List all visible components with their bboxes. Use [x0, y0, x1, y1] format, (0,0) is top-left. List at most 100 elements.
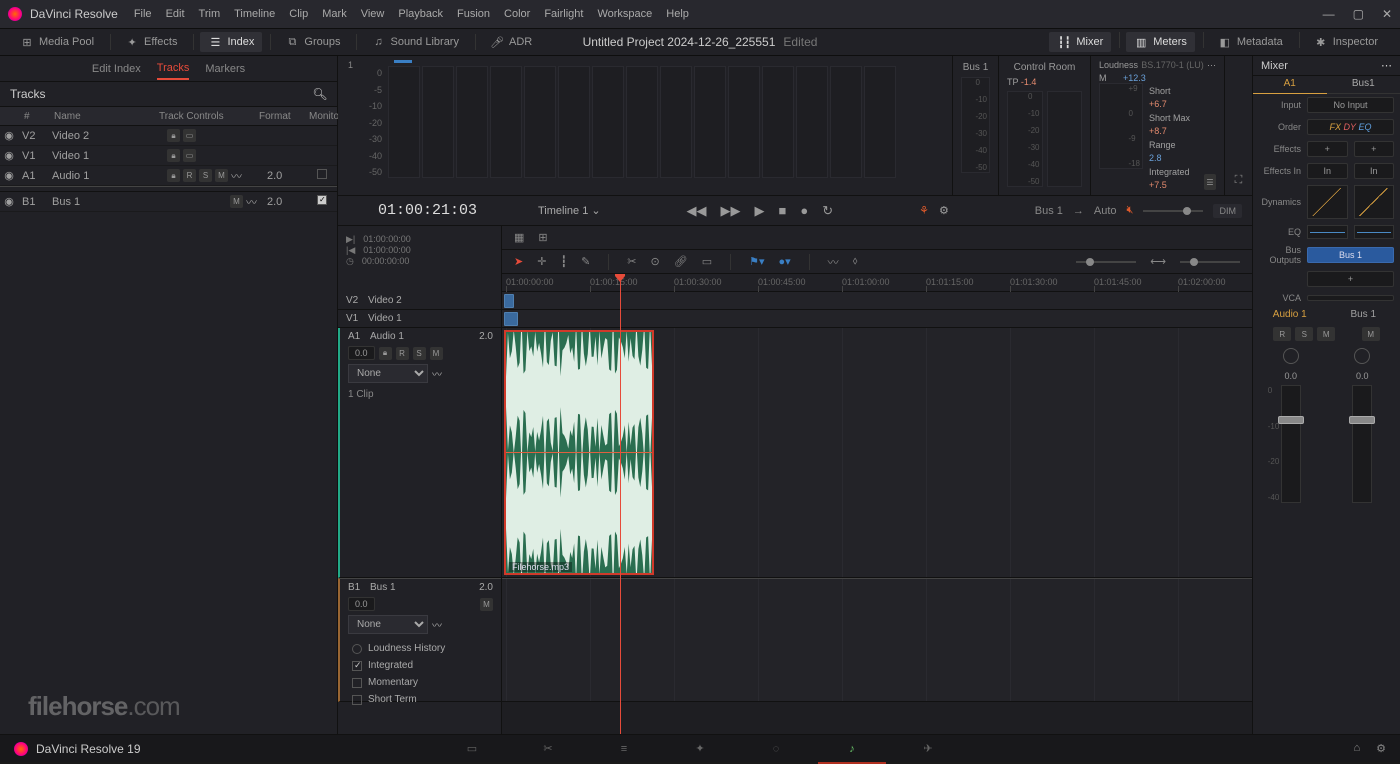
crosshair-tool[interactable]: ✛ [537, 255, 546, 268]
snap-tool[interactable]: ⊙ [651, 255, 660, 268]
marker-range-icon[interactable]: ▭ [702, 255, 712, 268]
tab-markers[interactable]: Markers [205, 59, 245, 79]
project-settings-icon[interactable]: ⚙ [1376, 742, 1386, 755]
menu-workspace[interactable]: Workspace [597, 8, 652, 20]
groups-button[interactable]: ⧉Groups [277, 32, 348, 52]
adr-button[interactable]: 🎤︎ADR [482, 32, 540, 52]
add-bus-output[interactable]: + [1307, 271, 1394, 287]
fit-width-icon[interactable]: ⟷ [1150, 255, 1166, 268]
automation-icon[interactable]: ⚘ [919, 204, 929, 217]
index-button[interactable]: ☰Index [200, 32, 262, 52]
track-row-b1[interactable]: ◉ B1 Bus 1 M〰 2.0✓ [0, 192, 337, 212]
mute-button[interactable]: M [230, 195, 243, 208]
options-icon[interactable]: ⋯ [1207, 60, 1216, 71]
home-icon[interactable]: ⌂ [1353, 742, 1360, 755]
visibility-icon[interactable]: ◉ [0, 129, 18, 142]
horizontal-zoom-slider[interactable] [1180, 261, 1240, 263]
check-short-term[interactable] [352, 695, 362, 705]
tl-header-a1[interactable]: A1Audio 12.0 0.0🔒︎RSM None〰 1 Clip [338, 328, 501, 578]
automation-settings-icon[interactable]: ⚙ [939, 204, 949, 217]
add-effect-a1[interactable]: + [1307, 141, 1348, 157]
menu-color[interactable]: Color [504, 8, 530, 20]
record-button[interactable]: ● [800, 203, 808, 219]
eq-bus[interactable] [1354, 225, 1395, 239]
lock-icon[interactable]: 🔒︎ [379, 347, 392, 360]
lock-icon[interactable]: 🔒︎ [167, 169, 180, 182]
menu-timeline[interactable]: Timeline [234, 8, 275, 20]
lock-icon[interactable]: 🔒︎ [167, 149, 180, 162]
film-icon[interactable]: ▭ [183, 149, 196, 162]
visibility-icon[interactable]: ◉ [0, 169, 18, 182]
range-tool[interactable]: ┇ [560, 255, 567, 268]
mute-button[interactable]: M [480, 598, 493, 611]
timeline-ruler[interactable]: 01:00:00:0001:00:15:0001:00:30:0001:00:4… [502, 274, 1252, 292]
stop-button[interactable]: ■ [779, 203, 787, 219]
eq-a1[interactable] [1307, 225, 1348, 239]
monitor-volume-slider[interactable] [1143, 210, 1203, 212]
search-icon[interactable]: 🔍︎ [313, 87, 327, 101]
metadata-button[interactable]: ◧Metadata [1210, 32, 1291, 52]
flag-icon[interactable]: ⚑▾ [749, 255, 764, 268]
menu-clip[interactable]: Clip [289, 8, 308, 20]
record-arm-button[interactable]: R [1273, 327, 1291, 341]
monitor-bus[interactable]: Bus 1 [1035, 205, 1063, 217]
timeline-selector[interactable]: Timeline 1 ⌄ [538, 204, 601, 217]
minimize-icon[interactable]: — [1323, 7, 1335, 21]
timecode-display[interactable]: 01:00:21:03 [378, 202, 498, 219]
page-color[interactable]: ◌ [762, 735, 790, 763]
gain-field[interactable]: 0.0 [348, 597, 375, 611]
automation-icon[interactable]: ⬨ [853, 255, 858, 268]
fader-bus1[interactable] [1352, 385, 1372, 503]
menu-playback[interactable]: Playback [398, 8, 443, 20]
razor-tool[interactable]: ✂ [627, 255, 636, 268]
tl-header-b1[interactable]: B1Bus 12.0 0.0M None〰 Loudness History I… [338, 578, 501, 702]
loop-button[interactable]: ↻ [822, 203, 833, 219]
monitor-auto[interactable]: Auto [1094, 205, 1117, 217]
solo-button[interactable]: S [199, 169, 212, 182]
timeline-canvas[interactable]: 01:00:00:0001:00:15:0001:00:30:0001:00:4… [502, 274, 1252, 734]
pan-knob[interactable] [1283, 348, 1299, 364]
page-media[interactable]: ▭ [458, 735, 486, 763]
visibility-icon[interactable]: ◉ [0, 149, 18, 162]
input-select[interactable]: No Input [1307, 97, 1394, 113]
automation-mode-select[interactable]: None [348, 364, 428, 383]
meters-button[interactable]: ▥Meters [1126, 32, 1195, 52]
grid-icon[interactable]: ⊞ [538, 231, 547, 244]
vertical-zoom-slider[interactable] [1076, 261, 1136, 263]
check-integrated[interactable] [352, 661, 362, 671]
maximize-icon[interactable]: ▢ [1353, 7, 1364, 21]
go-end-icon[interactable]: ▶| [346, 234, 355, 245]
playhead[interactable] [620, 274, 621, 734]
rewind-button[interactable]: ◀◀ [687, 203, 707, 219]
track-row-v1[interactable]: ◉ V1 Video 1 🔒︎▭ [0, 146, 337, 166]
monitor-mute-button[interactable]: 🔇︎ [1127, 204, 1134, 217]
tab-tracks[interactable]: Tracks [157, 58, 190, 80]
add-effect-bus[interactable]: + [1354, 141, 1395, 157]
marker-icon[interactable]: ●▾ [778, 255, 790, 268]
curve-icon[interactable]: 〰 [231, 168, 242, 184]
tab-edit-index[interactable]: Edit Index [92, 59, 141, 79]
tl-header-v2[interactable]: V2Video 2 [338, 292, 501, 310]
page-cut[interactable]: ✂ [534, 735, 562, 763]
audio-clip[interactable]: Filehorse.mp3 [504, 330, 654, 575]
video-clip[interactable] [504, 294, 514, 308]
visibility-icon[interactable]: ◉ [0, 195, 18, 208]
fader-handle[interactable] [1349, 416, 1375, 424]
fader-handle[interactable] [1278, 416, 1304, 424]
menu-help[interactable]: Help [666, 8, 689, 20]
record-arm-button[interactable]: R [396, 347, 409, 360]
film-icon[interactable]: ▭ [183, 129, 196, 142]
curve-icon[interactable]: 〰 [246, 194, 257, 210]
mute-button[interactable]: M [215, 169, 228, 182]
menu-fairlight[interactable]: Fairlight [544, 8, 583, 20]
link-tool[interactable]: 🔗︎ [674, 255, 688, 268]
mute-button[interactable]: M [1362, 327, 1380, 341]
tl-header-v1[interactable]: V1Video 1 [338, 310, 501, 328]
fast-forward-button[interactable]: ▶▶ [721, 203, 741, 219]
dim-button[interactable]: DIM [1213, 204, 1242, 218]
solo-button[interactable]: S [1295, 327, 1313, 341]
expand-icon[interactable]: ⛶ [1235, 174, 1243, 187]
track-row-a1[interactable]: ◉ A1 Audio 1 🔒︎RSM〰 2.0 [0, 166, 337, 186]
curve-icon[interactable]: 〰 [432, 617, 442, 632]
menu-trim[interactable]: Trim [199, 8, 221, 20]
